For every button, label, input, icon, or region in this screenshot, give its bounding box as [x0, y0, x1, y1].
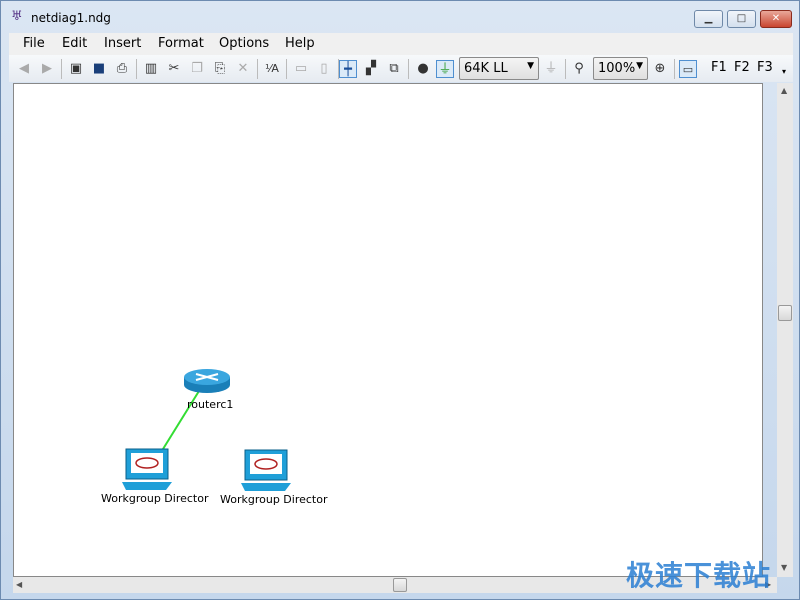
link-type-value: 64K LL — [464, 61, 508, 76]
node-icon[interactable]: ● — [414, 60, 432, 78]
menu-help[interactable]: Help — [285, 36, 315, 51]
menu-file[interactable]: File — [23, 36, 45, 51]
workstation-icon[interactable] — [241, 449, 291, 491]
workstation-label: Workgroup Director — [101, 492, 209, 505]
menu-edit[interactable]: Edit — [62, 36, 87, 51]
minimize-button[interactable]: ▁ — [694, 10, 723, 28]
close-button[interactable]: ✕ — [760, 10, 792, 28]
diagram-canvas[interactable]: routerc1 Workgroup Director Workgroup Di… — [13, 83, 763, 577]
maximize-button[interactable]: □ — [727, 10, 756, 28]
link-type-select[interactable]: 64K LL ▼ — [459, 57, 539, 80]
menu-options[interactable]: Options — [219, 36, 269, 51]
vertical-label-icon[interactable]: ▯ — [315, 60, 333, 78]
cut-icon[interactable]: ✂ — [165, 60, 183, 78]
window-title: netdiag1.ndg — [31, 11, 111, 25]
zoom-value: 100% — [598, 61, 636, 76]
app-window: ♅ netdiag1.ndg ▁ □ ✕ File Edit Insert Fo… — [0, 0, 800, 600]
app-icon: ♅ — [11, 9, 23, 24]
f2-button[interactable]: F2 — [734, 60, 750, 75]
open-icon[interactable]: ▣ — [67, 60, 85, 78]
toolbar-overflow-icon[interactable]: ▾ — [782, 67, 786, 76]
save-icon[interactable]: ■ — [90, 60, 108, 78]
watermark: 极速下载站 — [626, 559, 772, 592]
menu-format[interactable]: Format — [158, 36, 204, 51]
chevron-down-icon: ▼ — [527, 61, 534, 71]
router-icon[interactable] — [184, 369, 230, 393]
horizontal-scroll-thumb[interactable] — [393, 578, 407, 592]
scroll-left-icon[interactable]: ◀ — [16, 580, 22, 589]
workstation-icon[interactable] — [122, 448, 172, 490]
zoom-select[interactable]: 100% ▼ — [593, 57, 648, 80]
properties-icon[interactable]: ▭ — [679, 60, 697, 78]
back-icon[interactable]: ◀ — [15, 60, 33, 78]
forward-icon[interactable]: ▶ — [38, 60, 56, 78]
zoom-in-icon[interactable]: ⊕ — [651, 60, 669, 78]
menu-insert[interactable]: Insert — [104, 36, 141, 51]
print-icon[interactable]: ⎙ — [113, 60, 131, 78]
workstation-label: Workgroup Director — [220, 493, 328, 506]
connect-tool-icon[interactable]: ┿ — [339, 60, 357, 78]
paste-icon[interactable]: ⎘ — [211, 60, 229, 78]
chevron-down-icon: ▼ — [636, 61, 643, 71]
zoom-out-icon[interactable]: ⚲ — [570, 60, 588, 78]
menu-bar: File Edit Insert Format Options Help — [9, 33, 793, 55]
scroll-up-icon[interactable]: ▲ — [781, 86, 787, 95]
copy-icon[interactable]: ❐ — [188, 60, 206, 78]
label-icon[interactable]: ▭ — [292, 60, 310, 78]
vertical-scroll-thumb[interactable] — [778, 305, 792, 321]
vertical-scrollbar[interactable]: ▲ ▼ — [777, 83, 793, 577]
ungroup-icon[interactable]: ⧉ — [385, 60, 403, 78]
library-icon[interactable]: ▥ — [142, 60, 160, 78]
router-label: routerc1 — [187, 398, 234, 411]
f3-button[interactable]: F3 — [757, 60, 773, 75]
text-icon[interactable]: ⅟A — [263, 60, 281, 78]
group-icon[interactable]: ▞ — [362, 60, 380, 78]
unplug-icon[interactable]: ⏚ — [542, 60, 560, 78]
f1-button[interactable]: F1 — [711, 60, 727, 75]
delete-icon[interactable]: ✕ — [234, 60, 252, 78]
scroll-down-icon[interactable]: ▼ — [781, 563, 787, 572]
plug-icon[interactable]: ⏚ — [436, 60, 454, 78]
toolbar: ◀ ▶ ▣ ■ ⎙ ▥ ✂ ❐ ⎘ ✕ ⅟A ▭ ▯ ┿ ▞ ⧉ ● ⏚ 64K… — [9, 55, 793, 82]
